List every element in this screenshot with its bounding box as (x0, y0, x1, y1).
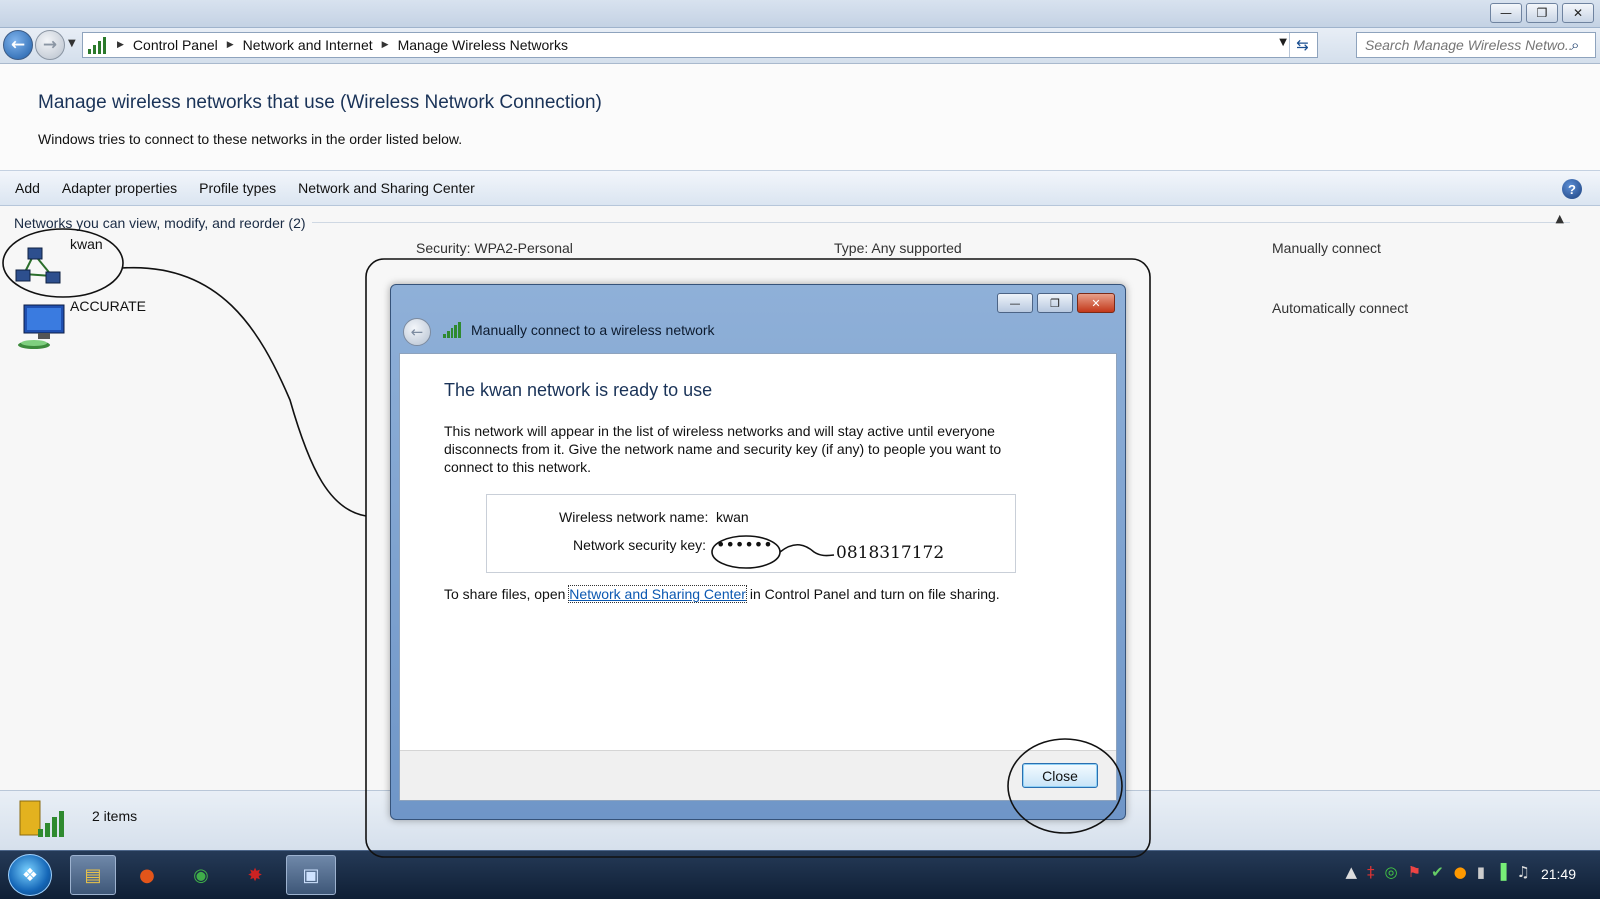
window-controls: — ❐ ✕ (1490, 3, 1594, 23)
window-titlebar: — ❐ ✕ (0, 0, 1600, 28)
tray-security-icon[interactable]: ✔ (1431, 863, 1444, 881)
network-profile-icon[interactable] (14, 246, 64, 290)
close-button[interactable]: ✕ (1562, 3, 1594, 23)
network-signal-icon (443, 322, 461, 338)
tray-flag-icon[interactable]: ⚑ (1408, 863, 1421, 881)
adapter-properties-button[interactable]: Adapter properties (51, 180, 188, 196)
network-sharing-center-button[interactable]: Network and Sharing Center (287, 180, 486, 196)
dialog-window-controls: — ❐ ✕ (997, 293, 1115, 313)
volume-icon[interactable]: ♫ (1517, 863, 1530, 881)
taskbar: ❖ ▤ ● ◉ ✸ ▣ ▲ ‡ ◎ ⚑ ✔ ● ▮ ▐ ♫ 21:49 (0, 850, 1600, 899)
dialog-body: The kwan network is ready to use This ne… (399, 353, 1117, 801)
address-row: ← → ▼ ▶ Control Panel ▶ Network and Inte… (0, 28, 1600, 64)
dialog-maximize-button[interactable]: ❐ (1037, 293, 1073, 313)
dialog-close-button[interactable]: ✕ (1077, 293, 1115, 313)
chevron-right-icon[interactable]: ▶ (382, 40, 389, 50)
firefox-taskbar-icon[interactable]: ● (124, 855, 170, 895)
dialog-back-button[interactable]: ← (403, 318, 431, 346)
address-bar[interactable]: ▶ Control Panel ▶ Network and Internet ▶… (82, 32, 1318, 58)
security-key-label: Network security key: (573, 537, 707, 553)
share-files-text: To share files, open Network and Sharing… (444, 585, 1000, 603)
search-input[interactable] (1365, 37, 1571, 53)
wireless-folder-icon (19, 800, 64, 837)
minimize-button[interactable]: — (1490, 3, 1522, 23)
network-name-accurate[interactable]: ACCURATE (70, 298, 146, 314)
search-field[interactable]: ⌕ (1356, 32, 1596, 58)
tray-app-icon[interactable]: ‡ (1367, 863, 1375, 881)
network-security: Security: WPA2-Personal (416, 240, 573, 256)
network-sharing-center-link[interactable]: Network and Sharing Center (568, 585, 747, 603)
chevron-right-icon[interactable]: ▶ (117, 40, 124, 50)
network-connect-mode: Manually connect (1272, 240, 1381, 256)
handwritten-key-note: 0818317172 (836, 543, 945, 563)
system-tray: ▲ ‡ ◎ ⚑ ✔ ● ▮ ▐ ♫ (1345, 863, 1530, 881)
add-button[interactable]: Add (0, 180, 51, 196)
breadcrumb-control-panel[interactable]: Control Panel (133, 37, 218, 53)
network-signal-icon (86, 36, 108, 54)
tray-update-icon[interactable]: ● (1454, 863, 1467, 881)
network-profile-icon[interactable] (12, 303, 66, 353)
refresh-icon[interactable]: ⇆ (1289, 33, 1315, 57)
group-divider (312, 222, 1570, 223)
network-connect-mode: Automatically connect (1272, 300, 1409, 316)
tray-sync-icon[interactable]: ◎ (1385, 863, 1398, 881)
start-button[interactable]: ❖ (8, 854, 52, 896)
dialog-description: This network will appear in the list of … (444, 423, 1002, 475)
tray-expand-icon[interactable]: ▲ (1345, 863, 1357, 881)
control-panel-taskbar-icon[interactable]: ▣ (286, 855, 336, 895)
recent-pages-dropdown[interactable]: ▼ (68, 38, 76, 49)
profile-types-button[interactable]: Profile types (188, 180, 287, 196)
taskbar-clock[interactable]: 21:49 (1541, 866, 1576, 882)
network-name-kwan[interactable]: kwan (70, 236, 103, 252)
explorer-taskbar-icon[interactable]: ▤ (70, 855, 116, 895)
network-group-header[interactable]: Networks you can view, modify, and reord… (14, 215, 306, 231)
back-button[interactable]: ← (3, 30, 33, 60)
item-count: 2 items (92, 808, 138, 824)
collapse-group-icon[interactable]: ▲ (1556, 212, 1564, 225)
page-subtitle: Windows tries to connect to these networ… (38, 131, 463, 147)
command-toolbar: Add Adapter properties Profile types Net… (0, 170, 1600, 206)
close-dialog-button[interactable]: Close (1022, 763, 1098, 788)
battery-icon[interactable]: ▮ (1477, 863, 1485, 881)
chrome-taskbar-icon[interactable]: ◉ (178, 855, 224, 895)
network-name-label: Wireless network name: (559, 509, 709, 525)
forward-button[interactable]: → (35, 30, 65, 60)
chevron-right-icon[interactable]: ▶ (227, 40, 234, 50)
breadcrumb-network-and-internet[interactable]: Network and Internet (243, 37, 373, 53)
address-dropdown-icon[interactable]: ▼ (1279, 37, 1287, 48)
page-header: Manage wireless networks that use (Wirel… (0, 64, 1600, 170)
restore-button[interactable]: ❐ (1526, 3, 1558, 23)
dialog-minimize-button[interactable]: — (997, 293, 1033, 313)
app-taskbar-icon[interactable]: ✸ (232, 855, 278, 895)
dialog-footer: Close (400, 750, 1116, 800)
security-key-value: •••••• (716, 535, 773, 554)
wireless-dialog: — ❐ ✕ ← Manually connect to a wireless n… (390, 284, 1126, 820)
network-type: Type: Any supported (834, 240, 962, 256)
page-title: Manage wireless networks that use (Wirel… (38, 92, 602, 113)
network-name-value: kwan (716, 509, 749, 525)
dialog-heading: The kwan network is ready to use (444, 380, 713, 400)
wifi-icon[interactable]: ▐ (1495, 863, 1507, 881)
search-icon[interactable]: ⌕ (1571, 36, 1579, 54)
help-icon[interactable]: ? (1562, 179, 1582, 199)
dialog-title: Manually connect to a wireless network (471, 322, 715, 338)
breadcrumb-manage-wireless-networks[interactable]: Manage Wireless Networks (398, 37, 568, 53)
